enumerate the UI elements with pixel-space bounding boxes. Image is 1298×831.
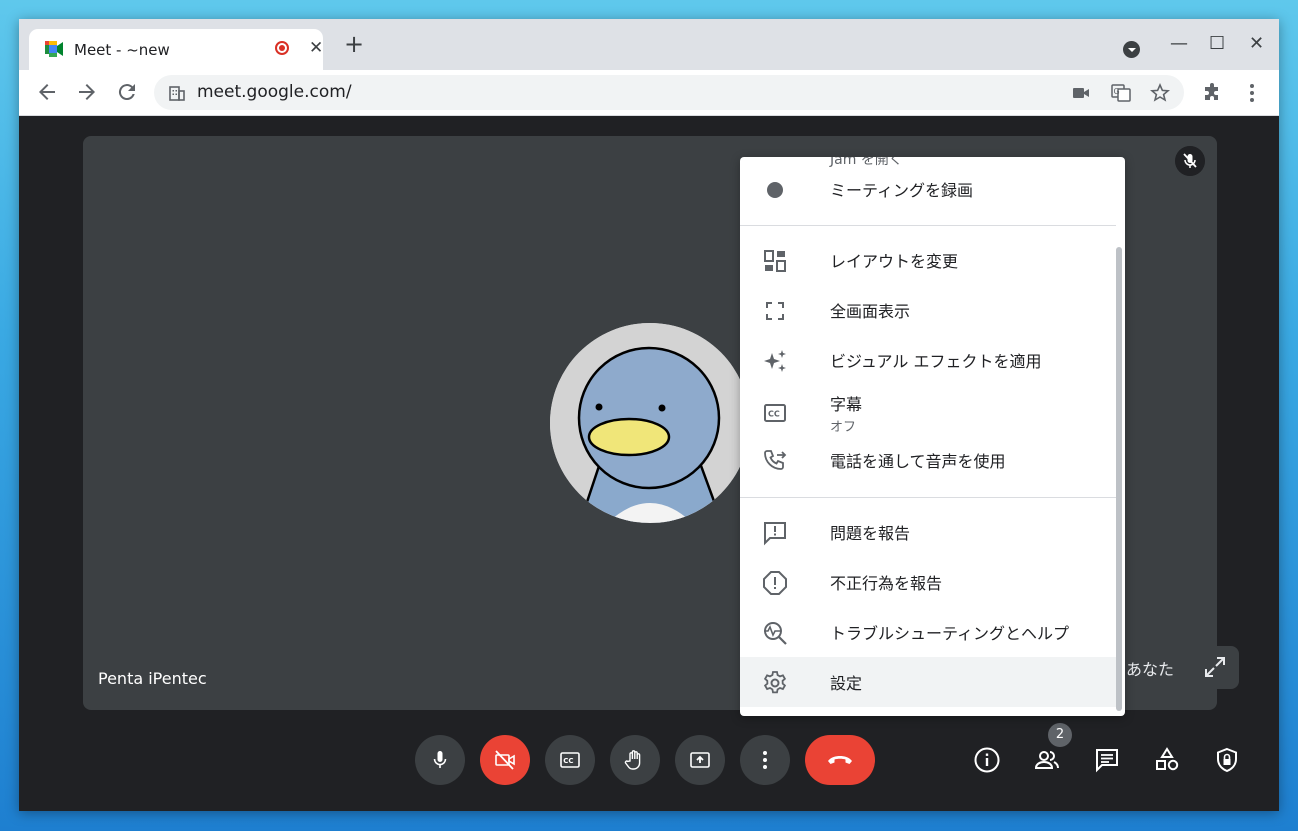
more-options-button[interactable]: [740, 735, 790, 785]
expand-icon[interactable]: [1204, 656, 1226, 678]
menu-item-label: 設定: [830, 674, 863, 693]
menu-item-label: 全画面表示: [830, 302, 911, 321]
raise-hand-icon: [624, 750, 641, 770]
microphone-icon: [433, 751, 447, 768]
captions-button[interactable]: CC: [545, 735, 595, 785]
feedback-icon: [764, 522, 786, 546]
menu-item-label: レイアウトを変更: [830, 252, 959, 271]
hang-up-icon: [828, 756, 852, 764]
menu-item-report-abuse[interactable]: 不正行為を報告: [740, 557, 1116, 607]
close-window-button[interactable]: ✕: [1249, 33, 1264, 54]
participant-name: Penta iPentec: [98, 669, 207, 688]
self-label: あなた: [1126, 660, 1175, 679]
menu-item-label: トラブルシューティングとヘルプ: [830, 624, 1070, 643]
menu-item-label: 電話を通して音声を使用: [830, 452, 1006, 471]
microphone-button[interactable]: [415, 735, 465, 785]
back-arrow-icon[interactable]: [35, 80, 59, 104]
menu-item-sublabel: オフ: [830, 420, 857, 435]
layout-icon: [764, 250, 786, 272]
tab-close-button[interactable]: ✕: [309, 38, 323, 58]
troubleshoot-icon: [764, 622, 787, 645]
captions-icon: CC: [560, 752, 580, 768]
sparkle-icon: [764, 350, 786, 372]
menu-item-fullscreen[interactable]: 全画面表示: [740, 285, 1116, 335]
menu-item-label: 字幕: [830, 395, 863, 414]
chat-icon[interactable]: [1093, 746, 1121, 774]
raise-hand-button[interactable]: [610, 735, 660, 785]
browser-menu-icon[interactable]: [1241, 82, 1263, 104]
phone-forward-icon: [764, 450, 787, 470]
menu-item-phone-audio[interactable]: 電話を通して音声を使用: [740, 435, 1116, 485]
participant-count-badge: 2: [1048, 723, 1072, 747]
tab-search-icon[interactable]: [1123, 41, 1140, 58]
menu-divider: [740, 497, 1116, 498]
report-icon: [763, 571, 787, 595]
host-controls-shield-icon[interactable]: [1213, 746, 1241, 774]
menu-item-settings[interactable]: 設定: [740, 657, 1116, 707]
svg-text:G: G: [1114, 87, 1120, 96]
menu-item-label: ミーティングを録画: [830, 181, 974, 200]
present-screen-button[interactable]: [675, 735, 725, 785]
menu-item-captions[interactable]: CC 字幕 オフ: [740, 385, 1116, 441]
svg-text:CC: CC: [563, 757, 573, 765]
browser-window: Meet - ~new ✕ + — ☐ ✕ meet.google.com/ G: [19, 19, 1279, 811]
extensions-puzzle-icon[interactable]: [1201, 82, 1223, 104]
tab-title: Meet - ~new: [74, 41, 170, 59]
participant-avatar: [550, 323, 750, 523]
recording-indicator-icon: [275, 41, 289, 55]
url-text: meet.google.com/: [197, 82, 352, 102]
menu-item-visual-effects[interactable]: ビジュアル エフェクトを適用: [740, 335, 1116, 385]
menu-item-record[interactable]: ミーティングを録画: [740, 164, 1116, 214]
mic-muted-icon: [1175, 146, 1205, 176]
tab-meet[interactable]: Meet - ~new ✕: [29, 29, 323, 70]
more-vert-icon: [763, 751, 767, 769]
camera-in-use-icon[interactable]: [1071, 83, 1091, 103]
meet-favicon-icon: [45, 41, 63, 57]
tab-strip: Meet - ~new ✕ + — ☐ ✕: [19, 19, 1279, 70]
reload-icon[interactable]: [115, 80, 139, 104]
menu-item-report-problem[interactable]: 問題を報告: [740, 507, 1116, 557]
camera-off-button[interactable]: [480, 735, 530, 785]
site-info-icon[interactable]: [168, 84, 186, 102]
new-tab-button[interactable]: +: [344, 32, 364, 56]
captions-icon: CC: [764, 404, 786, 422]
present-screen-icon: [690, 752, 710, 768]
address-bar[interactable]: meet.google.com/ G: [154, 75, 1184, 110]
menu-item-change-layout[interactable]: レイアウトを変更: [740, 235, 1116, 285]
forward-arrow-icon[interactable]: [75, 80, 99, 104]
menu-item-label: ビジュアル エフェクトを適用: [830, 352, 1042, 371]
maximize-button[interactable]: ☐: [1209, 33, 1225, 54]
minimize-button[interactable]: —: [1170, 33, 1188, 54]
svg-text:CC: CC: [768, 410, 780, 419]
record-icon: [767, 182, 783, 198]
leave-call-button[interactable]: [805, 735, 875, 785]
menu-item-troubleshooting[interactable]: トラブルシューティングとヘルプ: [740, 607, 1116, 657]
meeting-info-icon[interactable]: [973, 746, 1001, 774]
menu-item-label: 不正行為を報告: [830, 574, 943, 593]
translate-icon[interactable]: G: [1111, 83, 1131, 103]
camera-off-icon: [495, 750, 515, 770]
more-options-menu: Jam を開く ミーティングを録画 レイアウトを変更 全画面表示 ビジュアル エ…: [740, 157, 1125, 716]
menu-item-label: 問題を報告: [830, 524, 911, 543]
fullscreen-icon: [766, 302, 784, 320]
menu-scrollbar[interactable]: [1116, 247, 1122, 711]
settings-icon: [763, 671, 787, 694]
bookmark-star-icon[interactable]: [1150, 83, 1170, 103]
menu-divider: [740, 225, 1116, 226]
people-icon[interactable]: [1033, 746, 1061, 774]
activities-icon[interactable]: [1153, 746, 1181, 774]
browser-toolbar: meet.google.com/ G: [19, 70, 1279, 116]
